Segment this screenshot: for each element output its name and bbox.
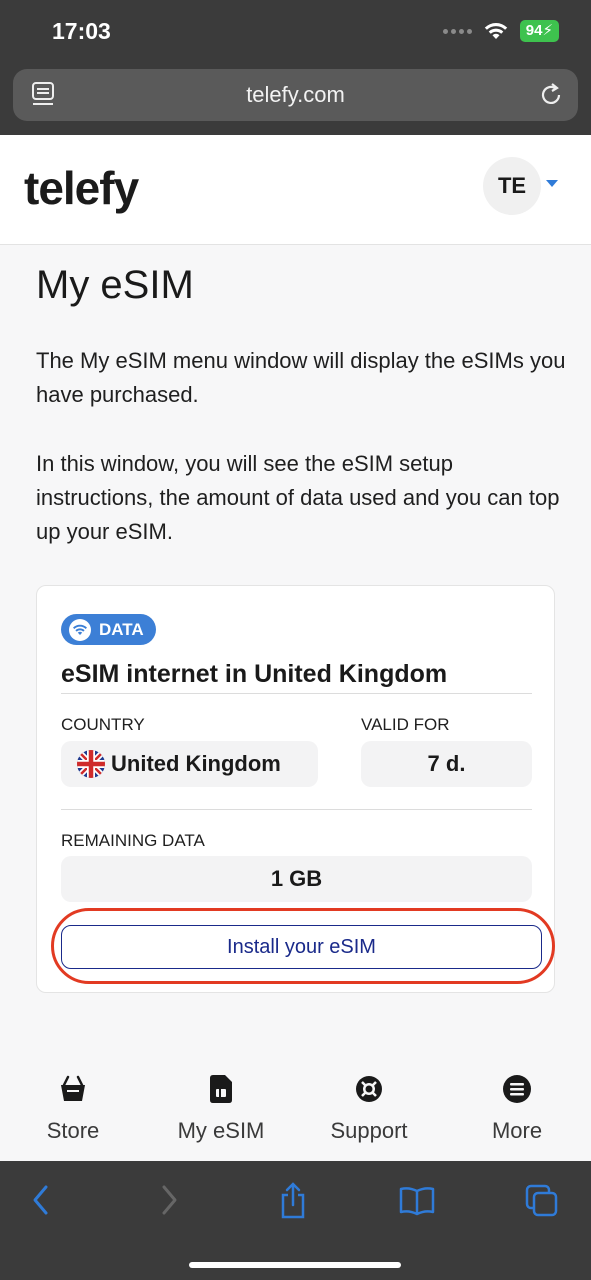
battery-indicator: 94⚡: [519, 20, 559, 42]
forward-icon[interactable]: [156, 1181, 182, 1219]
tabs-icon[interactable]: [524, 1181, 560, 1219]
country-label: COUNTRY: [61, 715, 145, 734]
remaining-data-label: REMAINING DATA: [61, 831, 205, 850]
esim-title: eSIM internet in United Kingdom: [61, 660, 448, 688]
wifi-icon: [69, 618, 91, 641]
share-icon[interactable]: [278, 1181, 308, 1221]
status-bar: 17:03 94⚡: [0, 0, 591, 62]
status-icons: 94⚡: [442, 20, 559, 42]
description-paragraph: The My eSIM menu window will display the…: [36, 348, 566, 407]
country-value: United Kingdom: [61, 741, 318, 787]
nav-label: Store: [46, 1118, 100, 1143]
basket-icon: [61, 1075, 85, 1101]
signal-icon: [442, 28, 472, 34]
nav-item-store[interactable]: Store: [3, 1072, 143, 1144]
site-header: telefy TE: [0, 135, 591, 245]
bookmarks-icon[interactable]: [398, 1181, 436, 1219]
remaining-data-value: 1 GB: [61, 856, 532, 902]
uk-flag-icon: [77, 750, 105, 778]
divider: [61, 693, 532, 694]
valid-for-label: VALID FOR: [361, 715, 450, 734]
install-esim-button[interactable]: Install your eSIM: [61, 925, 542, 969]
sim-card-icon: [210, 1075, 232, 1103]
wifi-icon: [484, 23, 507, 39]
esim-card: DATA eSIM internet in United Kingdom COU…: [36, 585, 555, 993]
url-text[interactable]: telefy.com: [13, 82, 578, 108]
nav-label: My eSIM: [177, 1118, 265, 1143]
data-badge: DATA: [61, 614, 156, 645]
lifebuoy-icon: [356, 1076, 382, 1102]
status-time: 17:03: [52, 18, 111, 44]
browser-top-bar: telefy.com: [0, 62, 591, 135]
valid-for-value: 7 d.: [361, 741, 532, 787]
chevron-down-icon[interactable]: [546, 180, 558, 187]
nav-label: More: [491, 1118, 543, 1143]
home-indicator[interactable]: [189, 1262, 401, 1268]
description-paragraph: In this window, you will see the eSIM se…: [36, 451, 560, 544]
country-name: United Kingdom: [111, 751, 281, 776]
nav-item-more[interactable]: More: [447, 1072, 587, 1144]
telefy-logo[interactable]: telefy: [24, 161, 139, 215]
page-title: My eSIM: [36, 263, 194, 307]
bottom-nav: Store My eSIM Support More: [0, 1062, 591, 1162]
address-bar[interactable]: telefy.com: [13, 69, 578, 121]
nav-item-support[interactable]: Support: [299, 1072, 439, 1144]
badge-label: DATA: [99, 619, 144, 639]
menu-icon: [503, 1075, 531, 1103]
nav-item-my-esim[interactable]: My eSIM: [151, 1072, 291, 1144]
divider: [61, 809, 532, 810]
back-icon[interactable]: [28, 1181, 54, 1219]
user-avatar[interactable]: TE: [483, 157, 541, 215]
nav-label: Support: [330, 1118, 408, 1143]
reload-icon[interactable]: [538, 81, 564, 109]
